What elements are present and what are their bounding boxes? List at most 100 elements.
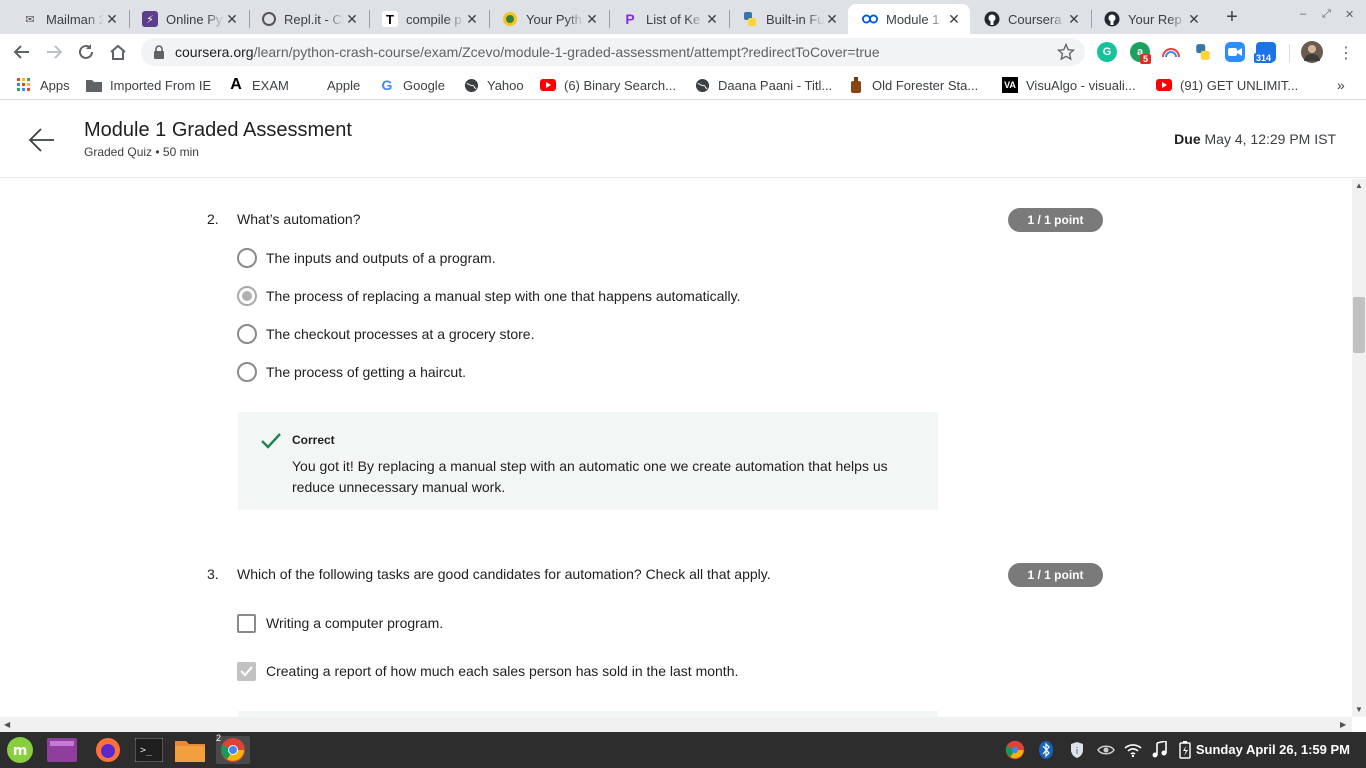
- bookmark-get-unlimited[interactable]: (91) GET UNLIMIT...: [1156, 76, 1298, 94]
- horizontal-scrollbar[interactable]: [0, 717, 1352, 732]
- scroll-left-arrow-icon[interactable]: ◀: [4, 720, 10, 729]
- forward-button[interactable]: [42, 40, 66, 64]
- close-window-icon[interactable]: ✕: [1345, 8, 1354, 21]
- python-ext-icon[interactable]: [1193, 42, 1213, 62]
- pycharm-icon: P: [625, 11, 635, 27]
- mint-menu-icon[interactable]: m: [5, 736, 35, 764]
- answer-option[interactable]: The inputs and outputs of a program.: [237, 247, 496, 269]
- bookmark-apple[interactable]: Apple: [303, 76, 360, 94]
- answer-option[interactable]: Writing a computer program.: [237, 612, 443, 634]
- bookmark-star-icon[interactable]: [1057, 43, 1075, 61]
- bookmark-daana-paani[interactable]: Daana Paani - Titl...: [694, 76, 832, 94]
- answer-option[interactable]: The process of getting a haircut.: [237, 361, 466, 383]
- python-icon: [742, 11, 758, 27]
- youtube-icon: [540, 77, 556, 93]
- answer-option[interactable]: The checkout processes at a grocery stor…: [237, 323, 534, 345]
- back-to-course-button[interactable]: [28, 127, 56, 158]
- close-tab-icon[interactable]: ✕: [946, 11, 962, 28]
- close-tab-icon[interactable]: ✕: [704, 11, 720, 28]
- tab-mailman[interactable]: ✉ Mailman 2 ✕: [8, 4, 128, 34]
- checkbox-checked[interactable]: [237, 661, 256, 681]
- nvidia-icon[interactable]: [1096, 740, 1116, 760]
- chrome-tray-icon[interactable]: [1005, 740, 1025, 760]
- tab-built-in-functions[interactable]: Built-in Fu ✕: [728, 4, 848, 34]
- radio-button-selected[interactable]: [237, 286, 257, 306]
- vertical-scrollbar[interactable]: [1352, 179, 1366, 717]
- grammarly-icon[interactable]: G: [1097, 42, 1117, 62]
- close-tab-icon[interactable]: ✕: [1066, 11, 1082, 28]
- bookmark-old-forester[interactable]: Old Forester Sta...: [848, 76, 978, 94]
- answer-option-selected[interactable]: Creating a report of how much each sales…: [237, 660, 738, 682]
- bookmark-visualgo[interactable]: VA VisuAlgo - visuali...: [1002, 76, 1136, 94]
- answer-option-selected[interactable]: The process of replacing a manual step w…: [237, 285, 740, 307]
- lock-icon: [154, 45, 164, 59]
- terminal-icon[interactable]: >_: [134, 736, 164, 764]
- ext-314-icon[interactable]: 314: [1254, 42, 1276, 63]
- radio-button[interactable]: [237, 324, 257, 344]
- tab-compile[interactable]: T compile p ✕: [368, 4, 488, 34]
- bookmark-exam[interactable]: A EXAM: [228, 76, 289, 94]
- new-tab-button[interactable]: +: [1222, 6, 1242, 28]
- close-tab-icon[interactable]: ✕: [224, 11, 240, 28]
- youtube-icon: [1156, 77, 1172, 93]
- rainbow-icon[interactable]: [1161, 42, 1181, 62]
- close-tab-icon[interactable]: ✕: [1186, 11, 1202, 28]
- radio-button[interactable]: [237, 248, 257, 268]
- close-tab-icon[interactable]: ✕: [464, 11, 480, 28]
- close-tab-icon[interactable]: ✕: [344, 11, 360, 28]
- bookmark-binary-search[interactable]: (6) Binary Search...: [540, 76, 676, 94]
- home-button[interactable]: [106, 40, 130, 64]
- folder-icon: [86, 77, 102, 93]
- close-tab-icon[interactable]: ✕: [104, 11, 120, 28]
- points-badge: 1 / 1 point: [1008, 563, 1103, 587]
- svg-text:m: m: [13, 743, 28, 759]
- tab-module-1-active[interactable]: Module 1 ✕: [848, 4, 970, 34]
- files-folder-icon[interactable]: [175, 736, 205, 764]
- vertical-scrollbar-thumb[interactable]: [1353, 297, 1365, 353]
- taskbar-clock[interactable]: Sunday April 26, 1:59 PM: [1196, 742, 1350, 757]
- bookmarks-overflow-icon[interactable]: »: [1337, 76, 1345, 94]
- ext-a-icon[interactable]: a 5: [1130, 42, 1152, 64]
- bookmark-google[interactable]: G Google: [379, 76, 445, 94]
- scroll-down-arrow-icon[interactable]: ▼: [1355, 705, 1363, 714]
- browser-menu-icon[interactable]: ⋮: [1338, 43, 1354, 63]
- tab-coursera-github[interactable]: Coursera ✕: [970, 4, 1090, 34]
- tab-replit[interactable]: Repl.it - Cl ✕: [248, 4, 368, 34]
- bookmark-apps[interactable]: Apps: [16, 76, 70, 94]
- github-icon: [1104, 11, 1120, 27]
- url-path: /learn/python-crash-course/exam/Zcevo/mo…: [253, 44, 880, 60]
- workspace-icon[interactable]: [47, 736, 77, 764]
- forward-arrow-icon: [47, 45, 63, 59]
- tab-your-repo[interactable]: Your Rep ✕: [1090, 4, 1210, 34]
- bookmark-imported-from-ie[interactable]: Imported From IE: [86, 76, 211, 94]
- back-button[interactable]: [10, 40, 34, 64]
- bookmark-yahoo[interactable]: Yahoo: [463, 76, 524, 94]
- firefox-icon[interactable]: [93, 736, 123, 764]
- feedback-label: Correct: [292, 433, 335, 447]
- checkmark-icon: [240, 665, 253, 676]
- bluetooth-icon[interactable]: [1036, 740, 1056, 760]
- wifi-icon[interactable]: [1123, 740, 1143, 760]
- restore-window-icon[interactable]: ⤢: [1322, 8, 1331, 21]
- tab-online-python[interactable]: ⚡ Online Python ✕: [128, 4, 248, 34]
- github-icon: [984, 11, 1000, 27]
- scroll-up-arrow-icon[interactable]: ▲: [1355, 181, 1363, 190]
- feedback-box: Correct You got it! By replacing a manua…: [238, 412, 938, 510]
- bottle-icon: [848, 77, 864, 93]
- reload-button[interactable]: [74, 40, 98, 64]
- music-note-icon[interactable]: [1149, 740, 1169, 760]
- shield-icon[interactable]: i: [1067, 740, 1087, 760]
- radio-button[interactable]: [237, 362, 257, 382]
- close-tab-icon[interactable]: ✕: [584, 11, 600, 28]
- tab-list-of-keywords[interactable]: P List of Ke ✕: [608, 4, 728, 34]
- battery-icon[interactable]: [1175, 740, 1195, 760]
- zoom-icon[interactable]: [1225, 42, 1245, 62]
- chrome-taskbar-icon[interactable]: 2: [216, 733, 250, 764]
- scroll-right-arrow-icon[interactable]: ▶: [1340, 720, 1346, 729]
- profile-avatar[interactable]: [1301, 41, 1323, 63]
- minimize-window-icon[interactable]: –: [1300, 8, 1306, 20]
- tab-your-python[interactable]: Your Pyth ✕: [488, 4, 608, 34]
- close-tab-icon[interactable]: ✕: [824, 11, 840, 28]
- address-bar[interactable]: coursera.org/learn/python-crash-course/e…: [141, 38, 1085, 66]
- checkbox[interactable]: [237, 613, 256, 633]
